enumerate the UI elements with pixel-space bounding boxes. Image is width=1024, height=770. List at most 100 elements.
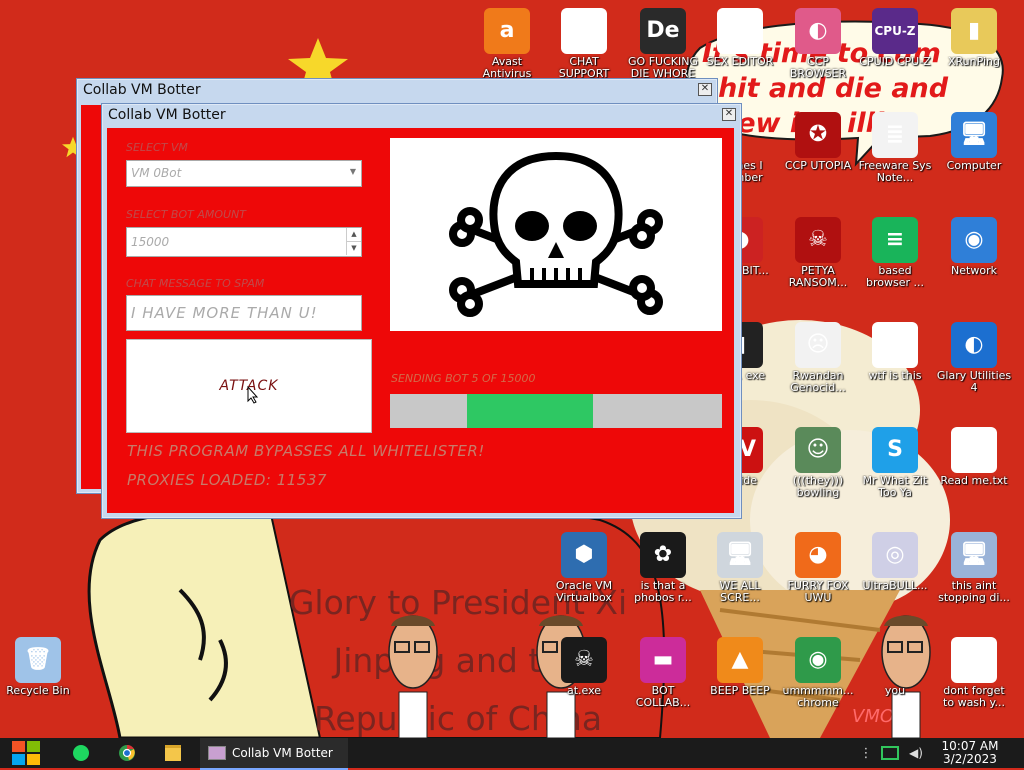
windows-start-icon[interactable] — [0, 738, 52, 768]
skull-panel — [390, 138, 722, 331]
wtf-shortcut[interactable]: ▤ wtf is this — [857, 322, 933, 382]
taskbar-active-task-label: Collab VM Botter — [232, 746, 333, 760]
main-window[interactable]: Collab VM Botter ✕ SELECT VM VM 0Bot ▼ S… — [101, 103, 742, 519]
desktop-icon-label: UltraBULL... — [862, 580, 928, 592]
bot-amount-label: SELECT BOT AMOUNT — [126, 208, 247, 221]
we-all-scre-icon: 🖥 — [717, 532, 763, 578]
virtualbox-icon: ⬢ — [561, 532, 607, 578]
cpuz-icon: CPU-Z — [872, 8, 918, 54]
close-icon[interactable]: ✕ — [698, 83, 712, 96]
progress-fill — [467, 394, 593, 428]
based-browser-shortcut[interactable]: ≡ based browser ... — [857, 217, 933, 289]
ultrabull-icon: ◎ — [872, 532, 918, 578]
vlc-shortcut[interactable]: ▲ BEEP BEEP — [702, 637, 778, 697]
select-vm-value: VM 0Bot — [131, 166, 182, 180]
chrome-shortcut[interactable]: ◉ ummmmm... chrome — [780, 637, 856, 709]
rwandan-shortcut[interactable]: ☹ Rwandan Genocid... — [780, 322, 856, 394]
desktop-icon-label: CPUID CPU-Z — [859, 56, 931, 68]
dont-forget-shortcut[interactable]: ▤ dont forget to wash y... — [936, 637, 1012, 709]
collab-vm-botter-task-icon — [208, 746, 226, 760]
xrunping-shortcut[interactable]: ▮ XRunPing — [936, 8, 1012, 68]
desktop-icon-label: Glary Utilities 4 — [936, 370, 1012, 394]
tray-overflow-icon[interactable]: ⋮ — [858, 738, 874, 768]
glary-shortcut[interactable]: ◐ Glary Utilities 4 — [936, 322, 1012, 394]
that-exe-shortcut[interactable]: ☠ at.exe — [546, 637, 622, 697]
desktop-icon-label: Read me.txt — [940, 475, 1008, 487]
firefox-shortcut[interactable]: ◕ FURRY FOX UWU — [780, 532, 856, 604]
ccp-browser-shortcut[interactable]: ◐ CCP BROWSER — [780, 8, 856, 80]
skype-shortcut[interactable]: S Mr What Zit Too Ya — [857, 427, 933, 499]
desktop-icon-label: this aint stopping di... — [938, 580, 1010, 604]
desktop: It's time to cum shit and die and chew i… — [0, 0, 1024, 738]
desktop-icon-label: dont forget to wash y... — [943, 685, 1005, 709]
bot-collab-shortcut[interactable]: ▬ BOT COLLAB... — [625, 637, 701, 709]
network-shortcut[interactable]: ◉ Network — [936, 217, 1012, 277]
bot-amount-stepper[interactable]: 15000 ▲ ▼ — [126, 227, 362, 257]
desktop-icon-label: you — [884, 685, 906, 697]
recycle-bin-shortcut[interactable]: 🗑 Recycle Bin — [0, 637, 76, 697]
ccp-utopia-shortcut[interactable]: ✪ CCP UTOPIA — [780, 112, 856, 172]
wtf-icon: ▤ — [872, 322, 918, 368]
dont-forget-icon: ▤ — [951, 637, 997, 683]
hxd-shortcut[interactable]: HxD SEX EDITOR — [702, 8, 778, 68]
petya-shortcut[interactable]: ☠ PETYA RANSOM... — [780, 217, 856, 289]
stepper-up-button[interactable]: ▲ — [346, 228, 361, 242]
computer-icon: 🖥 — [951, 112, 997, 158]
readme-icon: ▤ — [951, 427, 997, 473]
desktop-icon-label: WE ALL SCRE... — [719, 580, 761, 604]
proxies-text: PROXIES LOADED: 11537 — [127, 471, 327, 489]
desktop-icon-label: CCP BROWSER — [789, 56, 847, 80]
bowling-shortcut[interactable]: ☺ (((they))) bowling — [780, 427, 856, 499]
desktop-icon-label: CCP UTOPIA — [784, 160, 852, 172]
desktop-icon-label: Mr What Zit Too Ya — [862, 475, 928, 499]
desktop-icon-label: PETYA RANSOM... — [788, 265, 848, 289]
bot-collab-icon: ▬ — [640, 637, 686, 683]
attack-button[interactable]: ATTACK — [126, 339, 372, 433]
stepper-down-button[interactable]: ▼ — [346, 242, 361, 255]
desktop-icon-label: Avast Antivirus — [482, 56, 532, 80]
main-window-titlebar[interactable]: Collab VM Botter ✕ — [102, 104, 741, 126]
desktop-icon-label: SEX EDITOR — [706, 56, 774, 68]
readme-shortcut[interactable]: ▤ Read me.txt — [936, 427, 1012, 487]
back-window-title: Collab VM Botter — [83, 82, 201, 98]
taskbar-clock[interactable]: 10:07 AM 3/2/2023 — [932, 740, 1008, 766]
ultrabull-shortcut[interactable]: ◎ UltraBULL... — [857, 532, 933, 592]
cpuz-shortcut[interactable]: CPU-Z CPUID CPU-Z — [857, 8, 933, 68]
you-shortcut[interactable]: you — [857, 637, 933, 697]
freeware-icon: ≣ — [872, 112, 918, 158]
phobos-shortcut[interactable]: ✿ is that a phobos r... — [625, 532, 701, 604]
die-icon: De — [640, 8, 686, 54]
petya-icon: ☠ — [795, 217, 841, 263]
back-window-titlebar[interactable]: Collab VM Botter ✕ — [77, 79, 717, 101]
desktop-icon-label: based browser ... — [866, 265, 924, 289]
spotify-icon[interactable] — [66, 738, 96, 768]
skull-crossbones-icon — [449, 151, 663, 317]
chat-message-input[interactable]: I HAVE MORE THAN U! — [126, 295, 362, 331]
desktop-icon-label: Computer — [946, 160, 1002, 172]
computer-shortcut[interactable]: 🖥 Computer — [936, 112, 1012, 172]
avast-shortcut[interactable]: a Avast Antivirus — [469, 8, 545, 80]
glary-icon: ◐ — [951, 322, 997, 368]
desktop-icon-label: CHAT SUPPORT — [558, 56, 610, 80]
this-aint-icon: 🖥 — [951, 532, 997, 578]
network-tray-icon[interactable] — [880, 738, 900, 768]
desktop-icon-label: wtf is this — [868, 370, 922, 382]
back-window-client — [81, 105, 101, 489]
freeware-shortcut[interactable]: ≣ Freeware Sys Note... — [857, 112, 933, 184]
close-icon[interactable]: ✕ — [722, 108, 736, 121]
chrome-icon[interactable] — [112, 738, 142, 768]
chat-support-shortcut[interactable]: ☺ CHAT SUPPORT — [546, 8, 622, 80]
desktop-icon-label: (((they))) bowling — [792, 475, 844, 499]
recycle-bin-icon: 🗑 — [15, 637, 61, 683]
folder-icon[interactable] — [158, 738, 188, 768]
volume-icon[interactable]: ◀) — [906, 738, 926, 768]
desktop-icon-label: FURRY FOX UWU — [787, 580, 849, 604]
desktop-icon-label: Freeware Sys Note... — [858, 160, 932, 184]
virtualbox-shortcut[interactable]: ⬢ Oracle VM Virtualbox — [546, 532, 622, 604]
die-shortcut[interactable]: De GO FUCKING DIE WHORE — [625, 8, 701, 80]
this-aint-shortcut[interactable]: 🖥 this aint stopping di... — [936, 532, 1012, 604]
skype-icon: S — [872, 427, 918, 473]
select-vm-dropdown[interactable]: VM 0Bot ▼ — [126, 160, 362, 187]
we-all-scre-shortcut[interactable]: 🖥 WE ALL SCRE... — [702, 532, 778, 604]
taskbar-active-task[interactable]: Collab VM Botter — [200, 738, 348, 770]
